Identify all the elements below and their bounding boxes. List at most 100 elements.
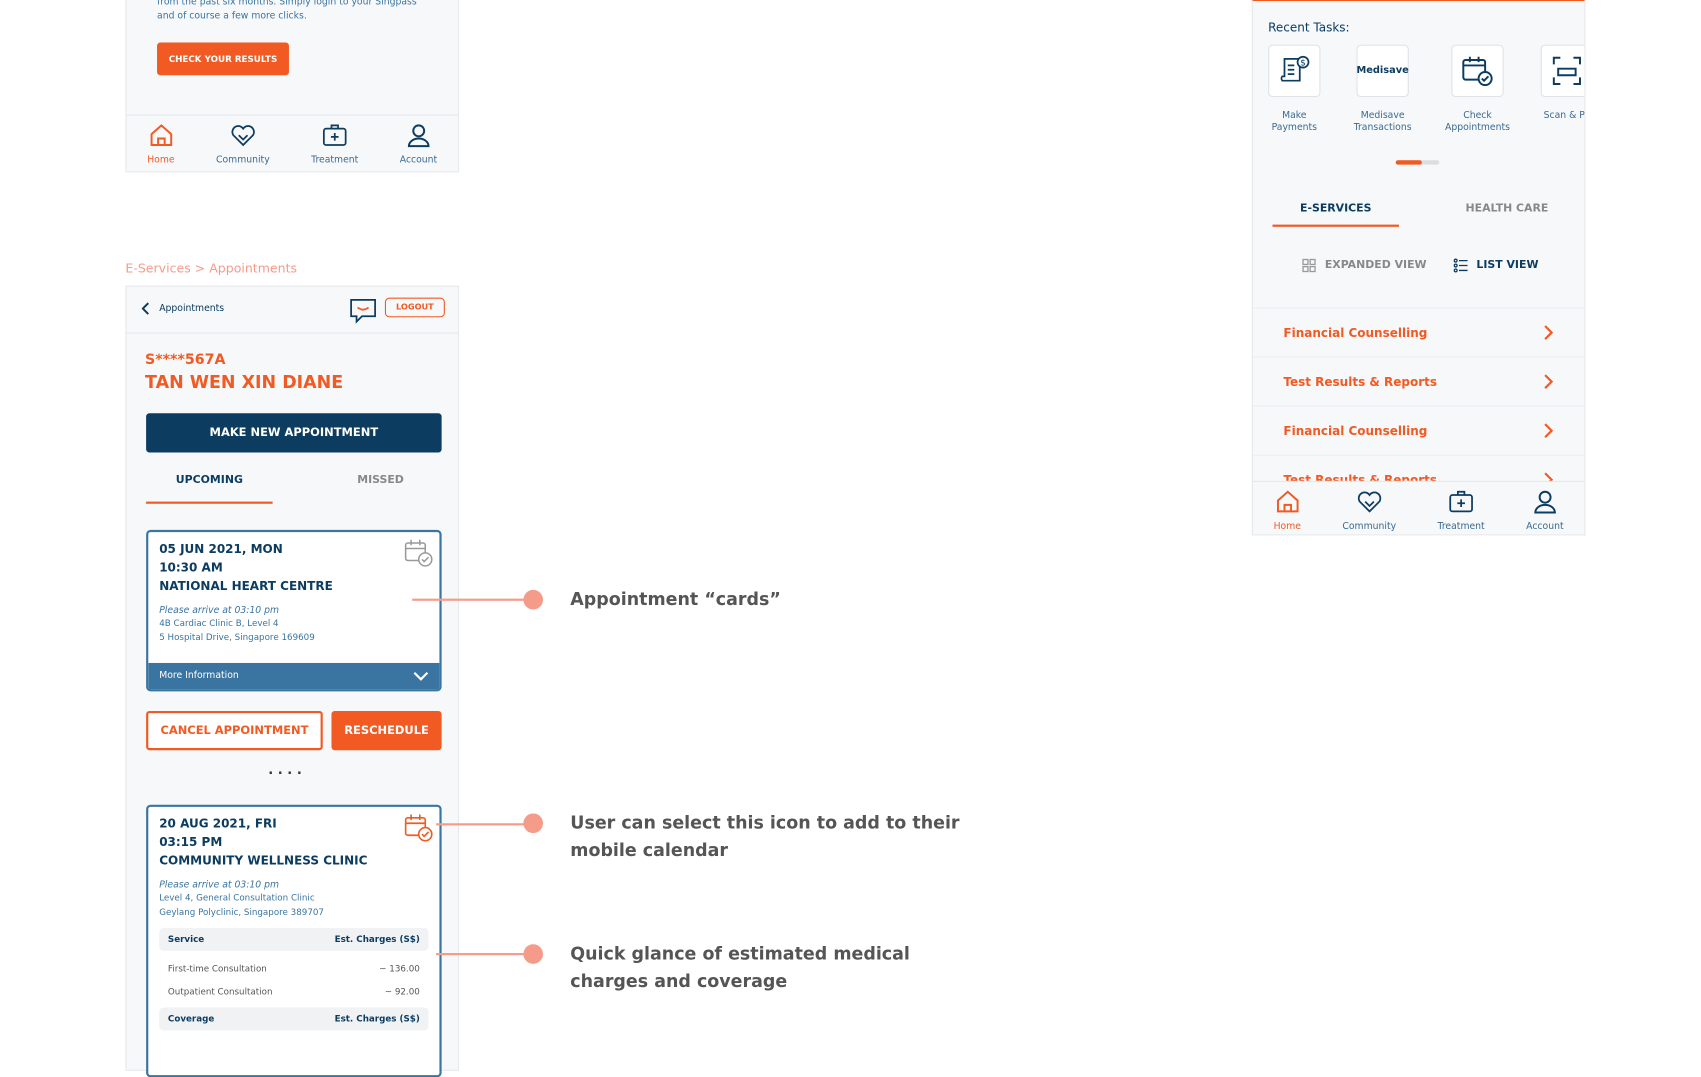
service-charge: ~ 92.00	[384, 986, 420, 997]
expanded-view-toggle[interactable]: EXPANDED VIEW	[1302, 258, 1427, 273]
more-information-toggle[interactable]: More Information	[148, 662, 440, 690]
nav-item-home[interactable]: Home	[1274, 488, 1301, 532]
annotation-dot	[523, 813, 544, 834]
chevron-right-icon	[1544, 374, 1554, 389]
nav-label: Treatment	[1437, 520, 1485, 532]
chevron-down-icon	[413, 671, 429, 681]
nav-label: Treatment	[311, 154, 359, 166]
medical-kit-icon	[322, 122, 348, 151]
tab-missed[interactable]: MISSED	[317, 474, 443, 486]
home-screen-fragment: from the past six months. Simply login t…	[125, 0, 460, 173]
tab-upcoming[interactable]: UPCOMING	[146, 474, 273, 504]
nav-item-community[interactable]: Community	[216, 122, 270, 166]
charges-header: Est. Charges (S$)	[334, 1014, 420, 1024]
annotation-line	[412, 598, 527, 601]
task-medisave-transactions[interactable]: Medisave Medisave Transactions	[1350, 44, 1415, 134]
task-label: Make Payments	[1271, 110, 1318, 134]
nav-item-treatment[interactable]: Treatment	[1438, 488, 1485, 532]
services-list: Financial Counselling Test Results & Repo…	[1252, 307, 1585, 505]
arrival-note: Please arrive at 03:10 pm	[159, 605, 280, 617]
service-label: Financial Counselling	[1283, 325, 1428, 340]
service-header: Service	[167, 934, 205, 945]
calendar-check-icon[interactable]	[404, 539, 433, 567]
svg-text:$: $	[1300, 58, 1306, 68]
chevron-right-icon	[1544, 423, 1554, 439]
check-results-button[interactable]: CHECK YOUR RESULTS	[157, 42, 289, 76]
annotation-text: User can select this icon to add to thei…	[570, 812, 960, 861]
service-item[interactable]: Test Results & Reports	[1252, 358, 1585, 407]
arrival-note: Please arrive at 03:10 pm	[159, 879, 280, 891]
task-scan-pay[interactable]: Scan & Pa	[1534, 44, 1585, 122]
address-line: 5 Hospital Drive, Singapore 169609	[159, 632, 315, 643]
service-item[interactable]: Financial Counselling	[1252, 309, 1585, 358]
address-line: 4B Cardiac Clinic B, Level 4	[159, 618, 279, 629]
annotation-line	[436, 953, 527, 955]
service-name: First-time Consultation	[167, 963, 267, 974]
carousel-indicator[interactable]	[1395, 160, 1440, 165]
service-name: Outpatient Consultation	[167, 986, 273, 997]
nav-label: Account	[399, 154, 438, 166]
appointment-location: COMMUNITY WELLNESS CLINIC	[159, 853, 368, 868]
tab-health-care[interactable]: HEALTH CARE	[1444, 203, 1570, 215]
service-label: Test Results & Reports	[1283, 374, 1438, 389]
annotation-dot	[523, 589, 544, 610]
intro-text: from the past six months. Simply login t…	[157, 0, 417, 22]
address-line: Level 4, General Consultation Clinic	[159, 893, 315, 903]
patient-name: TAN WEN XIN DIANE	[145, 371, 344, 393]
coverage-header: Coverage	[167, 1014, 215, 1024]
task-label: Medisave Transactions	[1353, 110, 1412, 134]
service-item[interactable]: Financial Counselling	[1252, 407, 1585, 456]
nav-label: Home	[1273, 520, 1301, 532]
task-check-appointments[interactable]: Check Appointments	[1445, 44, 1510, 134]
cancel-appointment-button[interactable]: CANCEL APPOINTMENT	[146, 710, 323, 751]
medisave-logo: Medisave	[1356, 64, 1409, 76]
bottom-nav: Home Community Treatment Account	[1252, 480, 1585, 535]
nav-label: Community	[216, 154, 270, 166]
more-information-label: More Information	[159, 670, 239, 682]
chevron-right-icon	[1544, 325, 1554, 340]
nav-item-account[interactable]: Account	[399, 122, 438, 166]
tab-e-services[interactable]: E-SERVICES	[1272, 203, 1399, 227]
make-new-appointment-button[interactable]: MAKE NEW APPOINTMENT	[146, 413, 442, 453]
list-icon	[1453, 258, 1468, 273]
chevron-left-icon	[141, 302, 149, 315]
table-row: First-time Consultation ~ 136.00	[148, 951, 439, 980]
eservices-screen: Recent Tasks: $ Make Payments Medisave M…	[1251, 0, 1586, 536]
task-make-payments[interactable]: $ Make Payments	[1262, 44, 1327, 134]
scan-icon	[1552, 56, 1581, 85]
home-icon	[1274, 488, 1300, 517]
list-view-toggle[interactable]: LIST VIEW	[1453, 258, 1538, 273]
bottom-nav: Home Community Treatment Account	[126, 114, 458, 172]
heart-handshake-icon	[230, 122, 256, 151]
nav-label: Home	[147, 154, 175, 166]
chat-icon[interactable]	[349, 298, 377, 324]
appointment-time: 10:30 AM	[159, 560, 223, 575]
annotation-line	[436, 823, 527, 825]
address-line: Geylang Polyclinic, Singapore 389707	[159, 907, 324, 918]
charges-header: Est. Charges (S$)	[334, 934, 420, 945]
coverage-table-header: Coverage Est. Charges (S$)	[159, 1007, 429, 1031]
nav-item-home[interactable]: Home	[147, 122, 175, 166]
grid-icon	[1302, 258, 1316, 273]
task-label: Check Appointments	[1445, 110, 1510, 134]
user-icon	[405, 122, 431, 151]
nav-item-treatment[interactable]: Treatment	[311, 122, 359, 166]
add-to-calendar-icon[interactable]	[404, 813, 433, 842]
breadcrumb[interactable]: E-Services > Appointments	[125, 261, 297, 276]
pagination-dots: . . . .	[268, 762, 302, 778]
reschedule-button[interactable]: RESCHEDULE	[331, 710, 442, 751]
back-button[interactable]: Appointments	[141, 302, 224, 315]
home-icon	[148, 122, 174, 151]
nav-item-account[interactable]: Account	[1526, 488, 1564, 532]
heart-handshake-icon	[1356, 488, 1382, 517]
nav-item-community[interactable]: Community	[1342, 488, 1396, 532]
payment-bill-icon: $	[1280, 55, 1310, 82]
recent-tasks-title: Recent Tasks:	[1268, 20, 1350, 35]
expanded-view-label: EXPANDED VIEW	[1324, 259, 1427, 272]
logout-button[interactable]: LOGOUT	[384, 297, 445, 318]
service-label: Financial Counselling	[1283, 423, 1428, 438]
appointment-location: NATIONAL HEART CENTRE	[159, 579, 333, 594]
appointment-card[interactable]: 05 JUN 2021, MON 10:30 AM NATIONAL HEART…	[146, 529, 442, 692]
appointment-card[interactable]: 20 AUG 2021, FRI 03:15 PM COMMUNITY WELL…	[146, 804, 442, 1077]
nav-label: Community	[1342, 520, 1397, 532]
